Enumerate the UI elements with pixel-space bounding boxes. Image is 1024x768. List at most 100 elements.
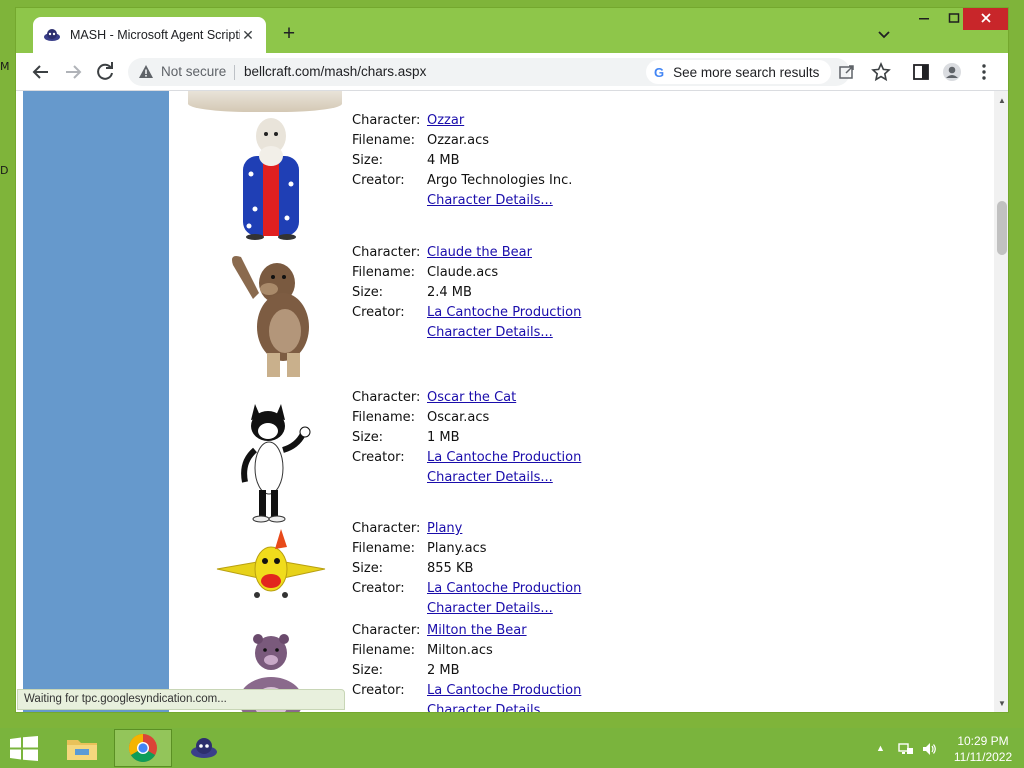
size-value: 4 MB — [427, 153, 460, 168]
character-details: Character: Claude the Bear Filename: Claud… — [352, 243, 581, 343]
creator-link[interactable]: La Cantoche Production — [427, 681, 581, 701]
search-chip-label: See more search results — [673, 64, 820, 80]
warning-icon[interactable] — [138, 64, 154, 80]
agent-app-task[interactable] — [175, 729, 233, 767]
creator-label: Creator: — [352, 173, 405, 188]
folder-icon — [67, 740, 97, 760]
creator-label: Creator: — [352, 305, 405, 320]
character-details-link[interactable]: Character Details... — [427, 599, 553, 619]
share-icon[interactable] — [838, 63, 856, 81]
size-label: Size: — [352, 153, 384, 168]
character-name-link[interactable]: Milton the Bear — [427, 621, 527, 641]
size-value: 1 MB — [427, 430, 460, 445]
filename-value: Plany.acs — [427, 541, 487, 556]
creator-link[interactable]: La Cantoche Production — [427, 579, 581, 599]
volume-icon[interactable] — [921, 741, 937, 757]
ozzar-character-image — [243, 118, 299, 240]
address-divider — [234, 65, 235, 80]
plany-character-image — [216, 529, 326, 598]
maximize-icon — [948, 13, 960, 23]
character-label: Character: — [352, 623, 421, 638]
filename-label: Filename: — [352, 265, 416, 280]
character-details-link[interactable]: Character Details... — [427, 701, 553, 712]
size-label: Size: — [352, 285, 384, 300]
claude-bear-character-image — [232, 256, 309, 377]
agent-app-icon — [191, 738, 217, 758]
character-name-link[interactable]: Claude the Bear — [427, 243, 532, 263]
creator-label: Creator: — [352, 581, 405, 596]
creator-link[interactable]: La Cantoche Production — [427, 448, 581, 468]
address-bar[interactable]: Not secure bellcraft.com/mash/chars.aspx… — [128, 58, 854, 86]
previous-character-image — [188, 91, 342, 112]
windows-start-icon[interactable] — [10, 736, 38, 761]
filename-label: Filename: — [352, 643, 416, 658]
character-label: Character: — [352, 245, 421, 260]
window-close-button[interactable] — [963, 8, 1008, 30]
character-name-link[interactable]: Plany — [427, 519, 462, 539]
vertical-scrollbar[interactable]: ▲ ▼ — [994, 91, 1008, 712]
character-label: Character: — [352, 390, 421, 405]
network-icon[interactable] — [898, 741, 914, 757]
filename-label: Filename: — [352, 133, 416, 148]
size-value: 2.4 MB — [427, 285, 472, 300]
reload-icon[interactable] — [93, 60, 117, 84]
site-sidebar — [23, 91, 169, 712]
character-details: Character: Plany Filename: Plany.acs Size:… — [352, 519, 581, 619]
url-text[interactable]: bellcraft.com/mash/chars.aspx — [244, 64, 426, 79]
new-tab-button[interactable]: + — [278, 23, 300, 46]
filename-value: Milton.acs — [427, 643, 493, 658]
character-details: Character: Milton the Bear Filename: Milto… — [352, 621, 581, 712]
page-viewport: Character: Ozzar Filename: Ozzar.acs Size:… — [16, 91, 994, 712]
filename-label: Filename: — [352, 410, 416, 425]
file-explorer-task[interactable] — [53, 729, 111, 767]
size-label: Size: — [352, 663, 384, 678]
character-details: Character: Oscar the Cat Filename: Oscar.a… — [352, 388, 581, 488]
back-arrow-icon[interactable] — [29, 60, 53, 84]
character-name-link[interactable]: Oscar the Cat — [427, 388, 516, 408]
security-label[interactable]: Not secure — [161, 64, 226, 79]
desktop-edge-text: M — [0, 60, 10, 73]
clock-time: 10:29 PM — [957, 734, 1009, 748]
scroll-down-icon[interactable]: ▼ — [994, 696, 1008, 712]
filename-label: Filename: — [352, 541, 416, 556]
chrome-task[interactable] — [114, 729, 172, 767]
windows-taskbar: ▲ 10:29 PM 11/11/2022 — [0, 728, 1024, 768]
size-label: Size: — [352, 430, 384, 445]
browser-window: MASH - Microsoft Agent Scripting Helper … — [15, 7, 1009, 713]
system-clock[interactable]: 10:29 PM 11/11/2022 — [945, 733, 1021, 765]
search-suggestion-chip[interactable]: G See more search results — [646, 60, 831, 84]
character-details-link[interactable]: Character Details... — [427, 191, 553, 211]
profile-avatar-icon[interactable] — [942, 62, 962, 82]
character-list: Character: Ozzar Filename: Ozzar.acs Size:… — [171, 91, 994, 712]
size-label: Size: — [352, 561, 384, 576]
status-bubble: Waiting for tpc.googlesyndication.com... — [17, 689, 345, 710]
size-value: 855 KB — [427, 561, 474, 576]
minimize-icon — [919, 18, 929, 20]
minimize-button[interactable] — [909, 8, 939, 30]
chevron-down-icon[interactable] — [876, 26, 892, 42]
google-g-icon: G — [654, 64, 665, 80]
filename-value: Ozzar.acs — [427, 133, 490, 148]
close-tab-icon[interactable]: ✕ — [240, 27, 256, 44]
forward-arrow-icon[interactable] — [61, 60, 85, 84]
side-panel-icon[interactable] — [911, 62, 931, 82]
character-label: Character: — [352, 521, 421, 536]
oscar-cat-character-image — [241, 404, 311, 523]
scroll-up-icon[interactable]: ▲ — [994, 93, 1008, 109]
tray-chevron-up-icon[interactable]: ▲ — [876, 743, 885, 753]
character-details-link[interactable]: Character Details... — [427, 468, 553, 488]
tab-strip: MASH - Microsoft Agent Scripting Helper … — [16, 8, 1008, 53]
more-menu-icon[interactable] — [974, 62, 994, 82]
creator-value: Argo Technologies Inc. — [427, 173, 573, 188]
desktop-edge-text: D — [0, 164, 9, 177]
filename-value: Claude.acs — [427, 265, 499, 280]
star-icon[interactable] — [871, 62, 891, 82]
size-value: 2 MB — [427, 663, 460, 678]
creator-label: Creator: — [352, 683, 405, 698]
character-name-link[interactable]: Ozzar — [427, 111, 464, 131]
character-details-link[interactable]: Character Details... — [427, 323, 553, 343]
active-tab[interactable]: MASH - Microsoft Agent Scripting Helper … — [33, 17, 266, 53]
scroll-thumb[interactable] — [997, 201, 1007, 255]
creator-link[interactable]: La Cantoche Production — [427, 303, 581, 323]
tab-title: MASH - Microsoft Agent Scripting Helper — [70, 28, 240, 42]
